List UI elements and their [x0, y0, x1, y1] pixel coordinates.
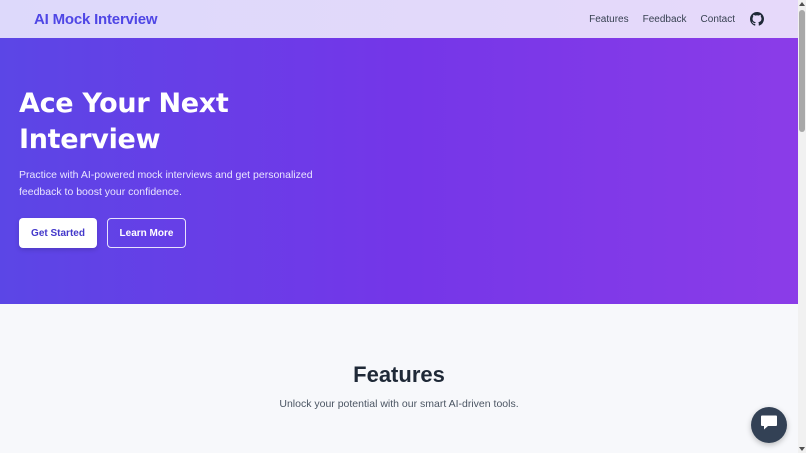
hero-subtitle: Practice with AI-powered mock interviews…	[19, 169, 313, 198]
features-section: Features Unlock your potential with our …	[0, 304, 798, 453]
scrollbar-thumb[interactable]	[799, 10, 805, 132]
chat-icon	[760, 414, 778, 436]
scroll-up-arrow-icon[interactable]	[798, 0, 806, 8]
nav-links: Features Feedback Contact	[575, 12, 764, 27]
features-subtitle: Unlock your potential with our smart AI-…	[279, 398, 519, 410]
nav-link-contact[interactable]: Contact	[701, 14, 735, 25]
hero-buttons: Get Started Learn More	[19, 218, 186, 248]
page: AI Mock Interview Features Feedback Cont…	[0, 0, 806, 453]
hero-title: Ace Your Next Interview	[19, 88, 229, 155]
chat-button[interactable]	[751, 407, 787, 443]
nav-link-features[interactable]: Features	[589, 14, 628, 25]
hero-section: Ace Your Next Interview Practice with AI…	[0, 38, 798, 304]
scroll-down-arrow-icon[interactable]	[798, 445, 806, 453]
features-title: Features	[353, 362, 445, 387]
nav-link-feedback[interactable]: Feedback	[643, 14, 687, 25]
learn-more-button[interactable]: Learn More	[107, 218, 186, 248]
brand-logo[interactable]: AI Mock Interview	[34, 11, 158, 28]
get-started-button[interactable]: Get Started	[19, 218, 97, 248]
navbar: AI Mock Interview Features Feedback Cont…	[0, 0, 798, 38]
github-icon[interactable]	[749, 12, 764, 27]
vertical-scrollbar[interactable]	[798, 0, 806, 453]
